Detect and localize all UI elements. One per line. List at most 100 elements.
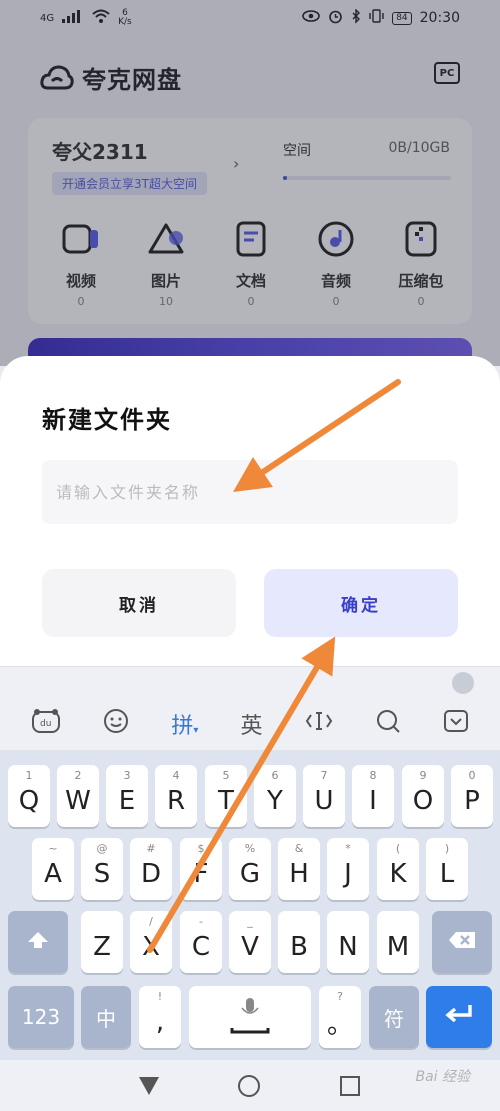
key-symbol: $ — [197, 842, 205, 855]
cancel-button[interactable]: 取消 — [42, 569, 236, 637]
backspace-icon — [447, 930, 477, 955]
english-mode-button[interactable]: 英 — [240, 708, 262, 740]
key-symbol: ) — [444, 842, 450, 855]
key-d[interactable]: # D — [130, 838, 172, 900]
key-x[interactable]: / X — [130, 911, 172, 973]
key-y[interactable]: 6Y — [254, 765, 296, 827]
backspace-key[interactable] — [432, 911, 492, 973]
dialog-title: 新建文件夹 — [42, 406, 172, 434]
folder-name-input[interactable] — [42, 460, 458, 524]
key-letter: A — [44, 859, 62, 889]
key-letter: D — [140, 859, 162, 889]
language-switch-key[interactable]: 中 — [81, 986, 131, 1048]
key-c[interactable]: -C — [180, 911, 222, 973]
key-number: 1 — [25, 769, 33, 782]
key-number: 0 — [468, 769, 476, 782]
key-b[interactable]: B — [278, 911, 320, 973]
key-letter: I — [369, 786, 377, 816]
key-a[interactable]: ~ A — [32, 838, 74, 900]
comma-key[interactable]: !, — [139, 986, 181, 1048]
key-z[interactable]: Z — [81, 911, 123, 973]
key-symbol: ? — [337, 990, 343, 1003]
key-symbol: / — [149, 915, 153, 928]
search-icon[interactable] — [375, 708, 401, 740]
key-p[interactable]: 0P — [451, 765, 493, 827]
shift-key[interactable] — [8, 911, 68, 973]
key-letter: O — [412, 786, 434, 816]
key-symbol: - — [199, 915, 203, 928]
key-j[interactable]: * J — [327, 838, 369, 900]
pinyin-mode-button[interactable]: 拼▾ — [171, 708, 198, 740]
modal-overlay[interactable] — [0, 0, 500, 366]
key-number: 4 — [172, 769, 180, 782]
key-r[interactable]: 4R — [155, 765, 197, 827]
key-number: 6 — [271, 769, 279, 782]
key-s[interactable]: @ S — [81, 838, 123, 900]
key-t[interactable]: 5T — [205, 765, 247, 827]
key-q[interactable]: 1Q — [8, 765, 50, 827]
key-letter: B — [290, 932, 308, 962]
key-letter: J — [344, 859, 352, 889]
key-symbol: @ — [96, 842, 108, 855]
recents-icon[interactable] — [340, 1075, 360, 1096]
key-m[interactable]: M — [377, 911, 419, 973]
space-key[interactable] — [189, 986, 311, 1048]
key-letter: N — [338, 932, 358, 962]
key-letter: Z — [93, 932, 111, 962]
du-logo-icon[interactable]: du — [31, 708, 61, 740]
key-k[interactable]: (K — [377, 838, 419, 900]
key-o[interactable]: 9O — [402, 765, 444, 827]
key-g[interactable]: % G — [229, 838, 271, 900]
key-letter: F — [193, 859, 209, 889]
key-number: 8 — [369, 769, 377, 782]
key-letter: , — [155, 1007, 165, 1037]
key-number: 9 — [419, 769, 427, 782]
key-letter: T — [218, 786, 234, 816]
key-symbol: ! — [157, 990, 163, 1003]
shift-icon — [26, 930, 50, 955]
key-symbol: _ — [247, 915, 253, 928]
emoji-icon[interactable] — [103, 708, 129, 740]
confirm-button[interactable]: 确定 — [264, 569, 458, 637]
key-symbol: * — [345, 842, 351, 855]
pinyin-label: 拼 — [171, 714, 194, 739]
key-number: 2 — [74, 769, 82, 782]
key-v[interactable]: _ V — [229, 911, 271, 973]
key-n[interactable]: N — [327, 911, 369, 973]
period-key[interactable]: ?。 — [319, 986, 361, 1048]
home-icon[interactable] — [238, 1074, 260, 1097]
key-symbol: # — [146, 842, 156, 855]
key-letter: Y — [267, 786, 283, 816]
key-letter: X — [142, 932, 160, 962]
key-i[interactable]: 8I — [352, 765, 394, 827]
collapse-keyboard-icon[interactable] — [443, 709, 469, 739]
symbols-key[interactable]: 符 — [369, 986, 419, 1048]
key-u[interactable]: 7U — [303, 765, 345, 827]
numbers-key[interactable]: 123 — [8, 986, 74, 1048]
microphone-icon — [228, 994, 272, 1041]
new-folder-dialog: 新建文件夹 取消 确定 — [0, 356, 500, 666]
key-w[interactable]: 2W — [57, 765, 99, 827]
key-h[interactable]: & H — [278, 838, 320, 900]
key-letter: M — [386, 932, 410, 962]
watermark: Bai 经验 — [415, 1069, 470, 1085]
key-letter: 。 — [326, 1009, 353, 1040]
dropdown-icon: ▾ — [193, 725, 199, 736]
enter-icon — [444, 1002, 474, 1032]
keyboard-top-strip — [0, 666, 500, 698]
svg-text:du: du — [40, 719, 51, 729]
key-letter: P — [464, 786, 480, 816]
cursor-move-icon[interactable] — [305, 709, 333, 739]
key-letter: S — [93, 859, 111, 889]
key-e[interactable]: 3E — [106, 765, 148, 827]
assistant-icon[interactable] — [452, 672, 474, 694]
key-letter: C — [191, 932, 211, 962]
key-letter: E — [118, 786, 136, 816]
keyboard: 1Q 2W 3E 4R 5T 6Y 7U 8I 9O 0P ~ A @ S # D $… — [0, 750, 500, 1060]
key-f[interactable]: $ F — [180, 838, 222, 900]
enter-key[interactable] — [426, 986, 492, 1048]
key-number: 7 — [320, 769, 328, 782]
back-icon[interactable] — [139, 1076, 159, 1095]
key-letter: K — [389, 859, 407, 889]
key-l[interactable]: ) L — [426, 838, 468, 900]
